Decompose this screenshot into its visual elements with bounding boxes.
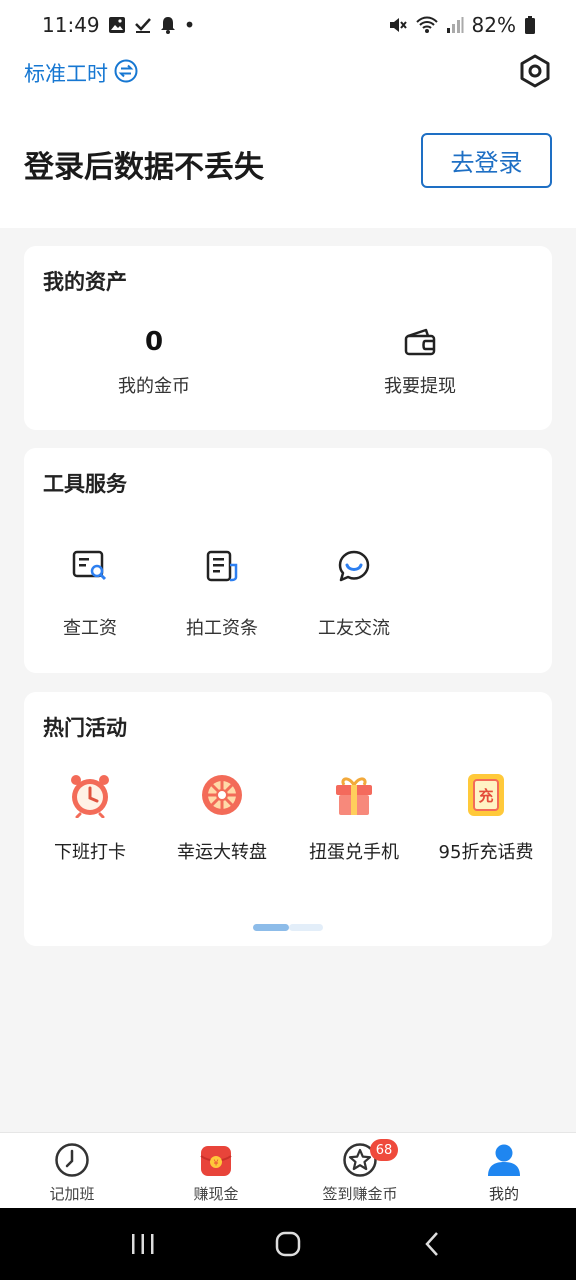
battery-icon (524, 16, 536, 34)
signal-icon (446, 16, 464, 34)
bell-notification-icon (160, 16, 176, 34)
tools-title: 工具服务 (43, 472, 127, 496)
status-time: 11:49 (42, 13, 100, 37)
tool-label: 拍工资条 (186, 618, 258, 639)
work-type-switch[interactable]: 标准工时 (24, 58, 138, 88)
event-gashapon-phone[interactable]: 扭蛋兑手机 (289, 770, 419, 864)
tab-label: 赚现金 (193, 1185, 239, 1203)
tools-card: 工具服务 查工资 拍工资条 工友交流 (24, 448, 552, 673)
indicator-active (253, 924, 289, 931)
svg-text:¥: ¥ (213, 1159, 218, 1168)
event-recharge-discount[interactable]: 充 95折充话费 (421, 770, 551, 864)
recharge-icon-text: 充 (473, 779, 499, 811)
login-prompt: 登录后数据不丢失 (24, 150, 264, 185)
tool-label: 工友交流 (318, 618, 390, 639)
recent-apps-icon[interactable] (118, 1224, 168, 1264)
wifi-icon (415, 16, 438, 34)
chat-smile-icon (337, 544, 371, 588)
wallet-icon (404, 326, 436, 358)
header: 标准工时 登录后数据不丢失 去登录 (0, 50, 576, 228)
recharge-card-icon: 充 (468, 770, 504, 820)
status-bar: 11:49 • 82% (0, 0, 576, 50)
mute-icon (388, 16, 408, 34)
system-nav-bar (0, 1208, 576, 1280)
assets-title: 我的资产 (43, 270, 127, 294)
event-label: 下班打卡 (54, 842, 126, 863)
events-title: 热门活动 (43, 716, 127, 740)
settings-icon[interactable] (518, 54, 552, 88)
event-label: 幸运大转盘 (177, 842, 267, 863)
home-icon[interactable] (263, 1224, 313, 1264)
event-label: 95折充话费 (438, 842, 534, 863)
withdraw-label: 我要提现 (384, 376, 456, 397)
event-lucky-wheel[interactable]: 幸运大转盘 (157, 770, 287, 864)
tab-label: 签到赚金币 (322, 1185, 398, 1203)
bottom-tab-bar: 记加班 ¥ 赚现金 68 签到赚金币 我的 (0, 1132, 576, 1208)
coins-label: 我的金币 (118, 376, 190, 397)
checkin-badge: 68 (370, 1139, 398, 1161)
payslip-icon (205, 544, 239, 588)
carousel-indicator (253, 924, 323, 931)
tab-earn-cash[interactable]: ¥ 赚现金 (144, 1133, 288, 1208)
indicator-inactive (289, 924, 323, 931)
my-coins[interactable]: 0 我的金币 (54, 326, 254, 398)
withdraw-button[interactable]: 我要提现 (320, 326, 520, 398)
user-icon (486, 1141, 522, 1179)
tab-label: 记加班 (49, 1185, 95, 1203)
switch-icon (114, 59, 138, 88)
assets-card: 我的资产 0 我的金币 我要提现 (24, 246, 552, 430)
login-button[interactable]: 去登录 (421, 133, 552, 188)
salary-search-icon (72, 544, 108, 588)
red-envelope-icon: ¥ (199, 1141, 233, 1179)
tool-worker-chat[interactable]: 工友交流 (299, 544, 409, 640)
tab-checkin-coins[interactable]: 68 签到赚金币 (288, 1133, 432, 1208)
gallery-notification-icon (108, 16, 126, 34)
events-card: 热门活动 下班打卡 幸运大转盘 扭蛋兑手机 充 95折充话费 (24, 692, 552, 946)
tool-salary-check[interactable]: 查工资 (35, 544, 145, 640)
tab-mine[interactable]: 我的 (432, 1133, 576, 1208)
status-right: 82% (388, 13, 536, 37)
coins-value: 0 (144, 327, 164, 357)
back-icon[interactable] (408, 1224, 458, 1264)
alarm-clock-icon (68, 770, 112, 820)
status-left: 11:49 • (42, 13, 195, 37)
lucky-wheel-icon (200, 770, 244, 820)
tab-label: 我的 (488, 1185, 519, 1203)
event-clock-in[interactable]: 下班打卡 (25, 770, 155, 864)
check-notification-icon (134, 16, 152, 34)
gift-box-icon (332, 770, 376, 820)
tool-payslip[interactable]: 拍工资条 (167, 544, 277, 640)
event-label: 扭蛋兑手机 (309, 842, 399, 863)
clock-icon (54, 1141, 90, 1179)
work-type-label: 标准工时 (24, 62, 108, 86)
tool-label: 查工资 (63, 618, 117, 639)
status-dot: • (183, 13, 196, 37)
battery-percent: 82% (471, 13, 516, 37)
tab-overtime[interactable]: 记加班 (0, 1133, 144, 1208)
